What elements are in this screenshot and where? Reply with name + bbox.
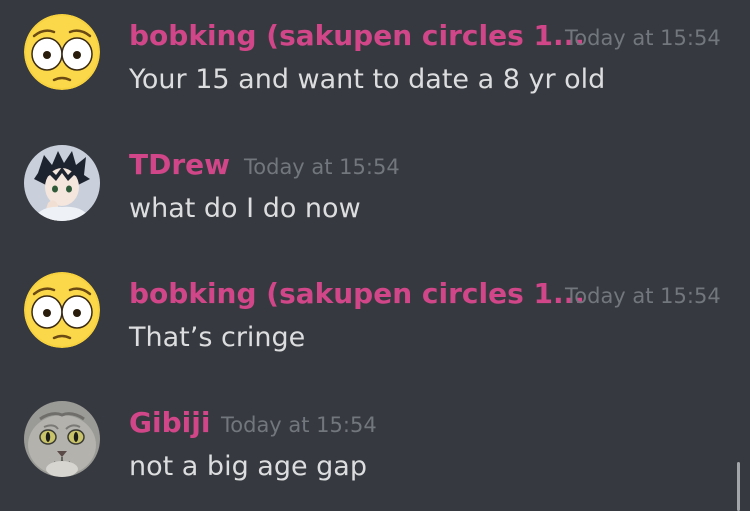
message-text: what do I do now [129, 193, 361, 224]
message-timestamp: Today at 15:54 [221, 413, 377, 437]
message-username[interactable]: TDrew [129, 145, 230, 185]
message-text: Your 15 and want to date a 8 yr old [129, 64, 606, 95]
message-timestamp: Today at 15:54 [565, 284, 721, 308]
message-username[interactable]: bobking (sakupen circles 1... [129, 16, 585, 56]
message-username[interactable]: Gibiji [129, 403, 210, 443]
message-text: That’s cringe [129, 322, 306, 353]
avatar-anime-boy-avatar-icon[interactable] [24, 145, 100, 221]
chat-message: bobking (sakupen circles 1... Today at 1… [0, 258, 740, 368]
avatar-cat-avatar-icon[interactable] [24, 401, 100, 477]
chat-message-list: bobking (sakupen circles 1... Today at 1… [0, 0, 750, 511]
chat-message: bobking (sakupen circles 1... Today at 1… [0, 0, 740, 110]
message-timestamp: Today at 15:54 [565, 26, 721, 50]
chat-message: TDrew Today at 15:54 what do I do now [0, 129, 740, 239]
scrollbar-thumb[interactable] [737, 462, 740, 511]
message-timestamp: Today at 15:54 [244, 155, 400, 179]
avatar-flushed-emoji-icon[interactable] [24, 14, 100, 90]
message-text: not a big age gap [129, 451, 367, 482]
chat-message: Gibiji Today at 15:54 not a big age gap [0, 387, 740, 497]
avatar-flushed-emoji-icon[interactable] [24, 272, 100, 348]
message-username[interactable]: bobking (sakupen circles 1... [129, 274, 585, 314]
